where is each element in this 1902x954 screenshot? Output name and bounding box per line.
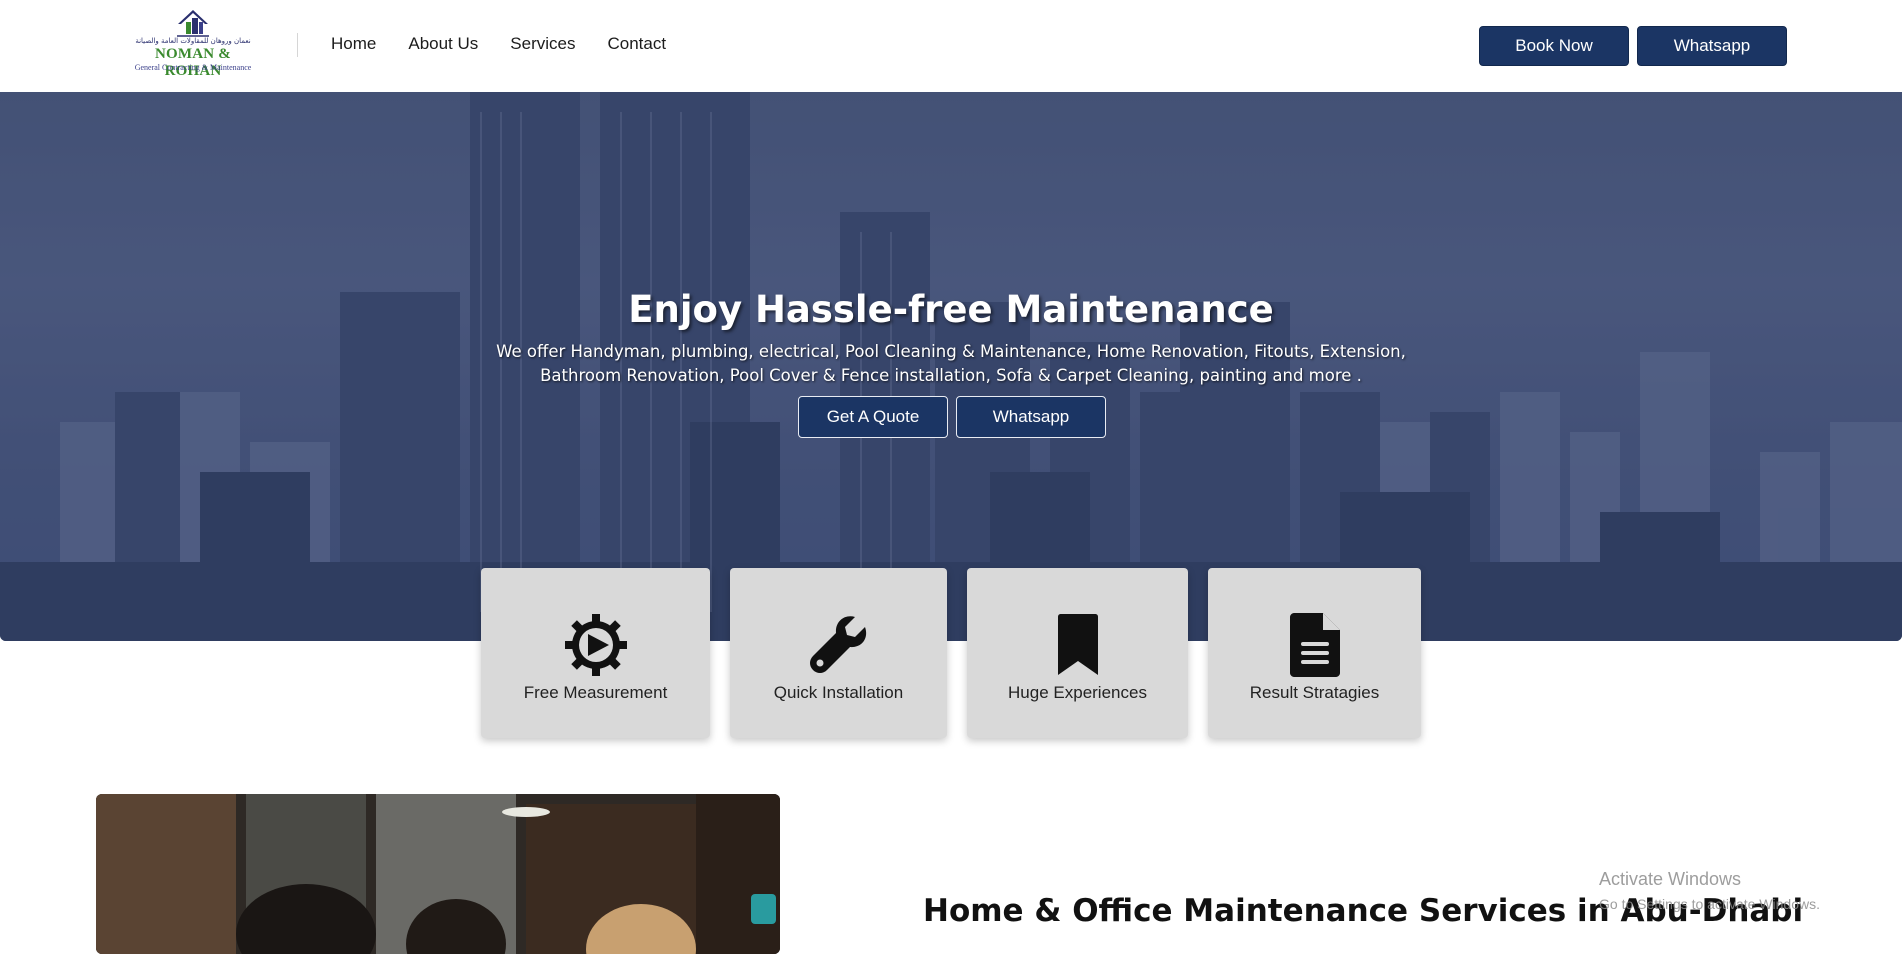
book-now-button[interactable]: Book Now [1479, 26, 1629, 66]
bookmark-icon [1043, 610, 1113, 680]
wrench-icon [804, 610, 874, 680]
house-logo-icon [177, 10, 209, 37]
hero-section: Enjoy Hassle-free Maintenance We offer H… [0, 92, 1902, 641]
watermark-title: Activate Windows [1599, 869, 1742, 889]
logo-tagline: General Contracting & Maintenance [134, 63, 252, 72]
team-photo [96, 794, 780, 954]
feature-card-huge-experiences: Huge Experiences [967, 568, 1188, 738]
watermark-subtitle: Go to Settings to activate Windows. [1599, 896, 1820, 912]
feature-card-free-measurement: Free Measurement [481, 568, 710, 738]
nav-contact[interactable]: Contact [607, 34, 666, 54]
company-logo[interactable]: نعمان وروهان للمقاولات العامة والصيانة N… [128, 8, 258, 79]
hero-whatsapp-button[interactable]: Whatsapp [956, 396, 1106, 438]
feature-card-result-strategies: Result Stratagies [1208, 568, 1421, 738]
feature-label: Huge Experiences [1008, 683, 1147, 702]
feature-label: Quick Installation [773, 683, 904, 702]
windows-activation-watermark: Activate Windows Go to Settings to activ… [1599, 869, 1820, 912]
nav-services[interactable]: Services [510, 34, 575, 54]
header-whatsapp-button[interactable]: Whatsapp [1637, 26, 1787, 66]
gear-play-icon [561, 610, 631, 680]
document-icon [1280, 610, 1350, 680]
hero-subtitle: We offer Handyman, plumbing, electrical,… [496, 342, 1406, 385]
feature-card-quick-installation: Quick Installation [730, 568, 947, 738]
feature-label: Free Measurement [523, 683, 668, 702]
site-header: نعمان وروهان للمقاولات العامة والصيانة N… [0, 0, 1902, 92]
header-divider [297, 33, 298, 57]
get-a-quote-button[interactable]: Get A Quote [798, 396, 948, 438]
feature-label: Result Stratagies [1249, 683, 1380, 702]
logo-arabic-text: نعمان وروهان للمقاولات العامة والصيانة [135, 37, 251, 45]
main-nav: Home About Us Services Contact [331, 34, 698, 54]
nav-about-us[interactable]: About Us [408, 34, 478, 54]
hero-title: Enjoy Hassle-free Maintenance [628, 288, 1274, 331]
nav-home[interactable]: Home [331, 34, 376, 54]
